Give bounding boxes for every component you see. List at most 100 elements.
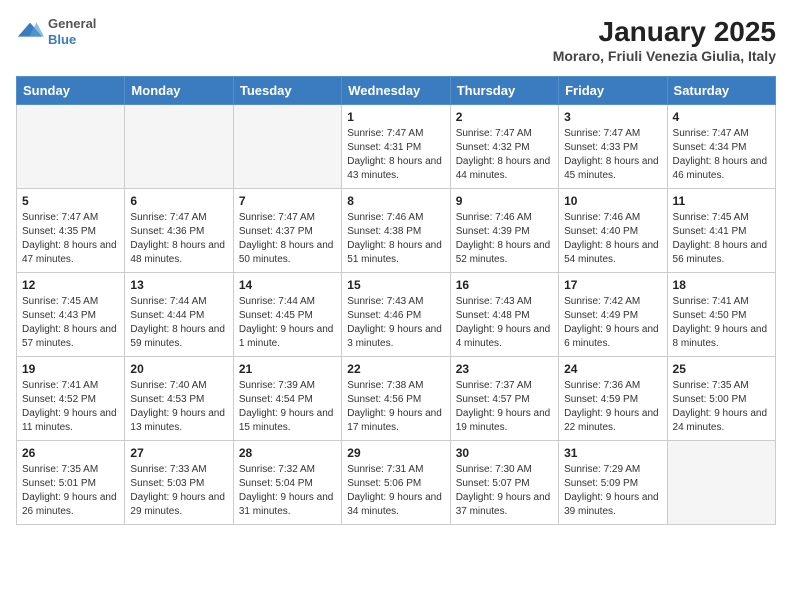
day-number: 30: [456, 446, 553, 460]
day-info: Sunrise: 7:47 AM Sunset: 4:31 PM Dayligh…: [347, 127, 444, 183]
day-number: 15: [347, 278, 444, 292]
day-number: 26: [22, 446, 119, 460]
day-info: Sunrise: 7:46 AM Sunset: 4:39 PM Dayligh…: [456, 211, 553, 267]
day-number: 8: [347, 194, 444, 208]
day-number: 25: [673, 362, 770, 376]
day-info: Sunrise: 7:41 AM Sunset: 4:52 PM Dayligh…: [22, 379, 119, 435]
day-number: 1: [347, 110, 444, 124]
calendar-week-row: 5Sunrise: 7:47 AM Sunset: 4:35 PM Daylig…: [17, 189, 776, 273]
day-info: Sunrise: 7:46 AM Sunset: 4:40 PM Dayligh…: [564, 211, 661, 267]
calendar-cell: 1 Sunrise: 7:47 AM Sunset: 4:31 PM Daylig…: [342, 105, 450, 189]
calendar-cell: 21Sunrise: 7:39 AM Sunset: 4:54 PM Dayli…: [233, 357, 341, 441]
calendar-cell: 23Sunrise: 7:37 AM Sunset: 4:57 PM Dayli…: [450, 357, 558, 441]
calendar-cell: [125, 105, 233, 189]
calendar-cell: 26Sunrise: 7:35 AM Sunset: 5:01 PM Dayli…: [17, 441, 125, 525]
day-number: 10: [564, 194, 661, 208]
day-number: 12: [22, 278, 119, 292]
calendar-cell: 28Sunrise: 7:32 AM Sunset: 5:04 PM Dayli…: [233, 441, 341, 525]
calendar-cell: 27Sunrise: 7:33 AM Sunset: 5:03 PM Dayli…: [125, 441, 233, 525]
calendar-cell: 18 Sunrise: 7:41 AM Sunset: 4:50 PM Dayli…: [667, 273, 775, 357]
day-info: Sunrise: 7:47 AM Sunset: 4:34 PM Dayligh…: [673, 127, 770, 183]
weekday-header: Monday: [125, 77, 233, 105]
day-info: Sunrise: 7:40 AM Sunset: 4:53 PM Dayligh…: [130, 379, 227, 435]
weekday-header: Saturday: [667, 77, 775, 105]
day-info: Sunrise: 7:43 AM Sunset: 4:48 PM Dayligh…: [456, 295, 553, 351]
calendar-cell: 29Sunrise: 7:31 AM Sunset: 5:06 PM Dayli…: [342, 441, 450, 525]
day-info: Sunrise: 7:47 AM Sunset: 4:32 PM Dayligh…: [456, 127, 553, 183]
logo-bottom: Blue: [48, 32, 96, 48]
calendar-cell: 8 Sunrise: 7:46 AM Sunset: 4:38 PM Daylig…: [342, 189, 450, 273]
day-info: Sunrise: 7:46 AM Sunset: 4:38 PM Dayligh…: [347, 211, 444, 267]
logo: General Blue: [16, 16, 96, 47]
day-info: Sunrise: 7:29 AM Sunset: 5:09 PM Dayligh…: [564, 463, 661, 519]
day-number: 7: [239, 194, 336, 208]
logo-text: General Blue: [48, 16, 96, 47]
calendar-week-row: 26Sunrise: 7:35 AM Sunset: 5:01 PM Dayli…: [17, 441, 776, 525]
calendar-cell: 2 Sunrise: 7:47 AM Sunset: 4:32 PM Daylig…: [450, 105, 558, 189]
day-number: 29: [347, 446, 444, 460]
day-info: Sunrise: 7:41 AM Sunset: 4:50 PM Dayligh…: [673, 295, 770, 351]
calendar-cell: 14 Sunrise: 7:44 AM Sunset: 4:45 PM Dayli…: [233, 273, 341, 357]
calendar-cell: 19 Sunrise: 7:41 AM Sunset: 4:52 PM Dayli…: [17, 357, 125, 441]
calendar-cell: 9 Sunrise: 7:46 AM Sunset: 4:39 PM Daylig…: [450, 189, 558, 273]
day-info: Sunrise: 7:32 AM Sunset: 5:04 PM Dayligh…: [239, 463, 336, 519]
calendar-cell: 30 Sunrise: 7:30 AM Sunset: 5:07 PM Dayli…: [450, 441, 558, 525]
weekday-header: Sunday: [17, 77, 125, 105]
calendar-cell: 4 Sunrise: 7:47 AM Sunset: 4:34 PM Daylig…: [667, 105, 775, 189]
day-number: 14: [239, 278, 336, 292]
calendar-cell: 17Sunrise: 7:42 AM Sunset: 4:49 PM Dayli…: [559, 273, 667, 357]
day-number: 6: [130, 194, 227, 208]
day-number: 18: [673, 278, 770, 292]
weekday-header: Thursday: [450, 77, 558, 105]
day-info: Sunrise: 7:44 AM Sunset: 4:45 PM Dayligh…: [239, 295, 336, 351]
calendar-cell: [667, 441, 775, 525]
day-number: 9: [456, 194, 553, 208]
calendar-cell: 15 Sunrise: 7:43 AM Sunset: 4:46 PM Dayli…: [342, 273, 450, 357]
calendar-cell: 11Sunrise: 7:45 AM Sunset: 4:41 PM Dayli…: [667, 189, 775, 273]
day-number: 16: [456, 278, 553, 292]
calendar-cell: 24 Sunrise: 7:36 AM Sunset: 4:59 PM Dayli…: [559, 357, 667, 441]
calendar-cell: 6 Sunrise: 7:47 AM Sunset: 4:36 PM Daylig…: [125, 189, 233, 273]
logo-icon: [16, 18, 44, 46]
calendar-week-row: 12Sunrise: 7:45 AM Sunset: 4:43 PM Dayli…: [17, 273, 776, 357]
weekday-header: Friday: [559, 77, 667, 105]
day-info: Sunrise: 7:30 AM Sunset: 5:07 PM Dayligh…: [456, 463, 553, 519]
day-info: Sunrise: 7:35 AM Sunset: 5:00 PM Dayligh…: [673, 379, 770, 435]
day-number: 3: [564, 110, 661, 124]
weekday-header: Wednesday: [342, 77, 450, 105]
day-info: Sunrise: 7:47 AM Sunset: 4:33 PM Dayligh…: [564, 127, 661, 183]
calendar-cell: 12Sunrise: 7:45 AM Sunset: 4:43 PM Dayli…: [17, 273, 125, 357]
day-info: Sunrise: 7:47 AM Sunset: 4:37 PM Dayligh…: [239, 211, 336, 267]
calendar-week-row: 19 Sunrise: 7:41 AM Sunset: 4:52 PM Dayli…: [17, 357, 776, 441]
day-number: 4: [673, 110, 770, 124]
day-number: 22: [347, 362, 444, 376]
weekday-header-row: SundayMondayTuesdayWednesdayThursdayFrid…: [17, 77, 776, 105]
weekday-header: Tuesday: [233, 77, 341, 105]
day-number: 19: [22, 362, 119, 376]
day-number: 2: [456, 110, 553, 124]
calendar-subtitle: Moraro, Friuli Venezia Giulia, Italy: [553, 48, 776, 64]
calendar-cell: 25 Sunrise: 7:35 AM Sunset: 5:00 PM Dayli…: [667, 357, 775, 441]
day-info: Sunrise: 7:43 AM Sunset: 4:46 PM Dayligh…: [347, 295, 444, 351]
day-number: 27: [130, 446, 227, 460]
calendar-week-row: 1 Sunrise: 7:47 AM Sunset: 4:31 PM Daylig…: [17, 105, 776, 189]
day-number: 31: [564, 446, 661, 460]
day-info: Sunrise: 7:47 AM Sunset: 4:36 PM Dayligh…: [130, 211, 227, 267]
calendar-cell: [233, 105, 341, 189]
day-info: Sunrise: 7:38 AM Sunset: 4:56 PM Dayligh…: [347, 379, 444, 435]
calendar-cell: 10 Sunrise: 7:46 AM Sunset: 4:40 PM Dayli…: [559, 189, 667, 273]
calendar-cell: 3 Sunrise: 7:47 AM Sunset: 4:33 PM Daylig…: [559, 105, 667, 189]
day-info: Sunrise: 7:37 AM Sunset: 4:57 PM Dayligh…: [456, 379, 553, 435]
day-number: 24: [564, 362, 661, 376]
title-block: January 2025 Moraro, Friuli Venezia Giul…: [553, 16, 776, 64]
calendar-cell: [17, 105, 125, 189]
calendar-table: SundayMondayTuesdayWednesdayThursdayFrid…: [16, 76, 776, 525]
day-info: Sunrise: 7:39 AM Sunset: 4:54 PM Dayligh…: [239, 379, 336, 435]
calendar-cell: 31 Sunrise: 7:29 AM Sunset: 5:09 PM Dayli…: [559, 441, 667, 525]
day-info: Sunrise: 7:36 AM Sunset: 4:59 PM Dayligh…: [564, 379, 661, 435]
calendar-cell: 13Sunrise: 7:44 AM Sunset: 4:44 PM Dayli…: [125, 273, 233, 357]
calendar-cell: 22 Sunrise: 7:38 AM Sunset: 4:56 PM Dayli…: [342, 357, 450, 441]
day-info: Sunrise: 7:47 AM Sunset: 4:35 PM Dayligh…: [22, 211, 119, 267]
day-number: 11: [673, 194, 770, 208]
calendar-title: January 2025: [553, 16, 776, 48]
